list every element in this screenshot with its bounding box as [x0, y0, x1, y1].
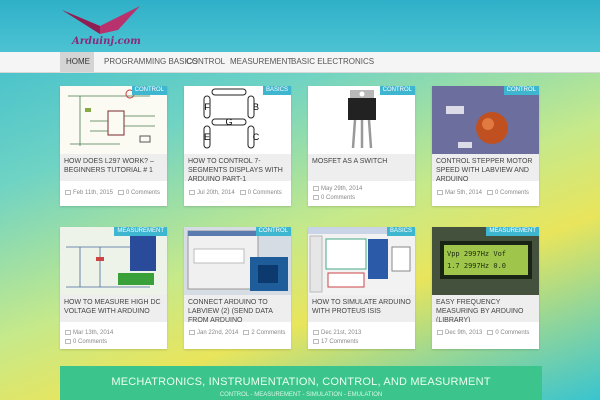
post-title[interactable]: EASY FREQUENCY MEASURING BY ARDUINO (LIB… — [432, 295, 539, 322]
footer-title: MECHATRONICS, INSTRUMENTATION, CONTROL, … — [111, 376, 491, 388]
seven-segment-image: F B G E C — [203, 88, 260, 149]
nav-basic-electronics[interactable]: BASIC ELECTRONICS — [285, 52, 380, 72]
footer-subtitle: CONTROL - MEASUREMENT - SIMULATION - EMU… — [219, 392, 383, 398]
post-date: Jan 22nd, 2014 — [197, 330, 239, 336]
post-title[interactable]: CONNECT ARDUINO TO LABVIEW (2) (SEND DAT… — [184, 295, 291, 322]
category-badge[interactable]: CONTROL — [379, 86, 415, 95]
comment-icon — [313, 339, 319, 344]
post-comments-meta: 0 Comments — [313, 194, 355, 202]
post-card[interactable]: CONTROL HOW DOES L297 WORK? – BEGINNERS … — [60, 86, 167, 206]
comment-icon — [487, 330, 494, 335]
post-comments[interactable]: 0 Comments — [321, 195, 355, 201]
post-date: Jul 20th, 2014 — [197, 190, 235, 196]
post-thumbnail[interactable]: MEASUREMENT — [60, 227, 167, 295]
calendar-icon — [189, 190, 195, 195]
calendar-icon — [437, 190, 443, 195]
post-card[interactable]: CONTROL CONNECT ARDUINO TO LABVIEW (2) (… — [184, 227, 291, 349]
post-meta: Jul 20th, 2014 0 Comments — [189, 189, 282, 197]
segment-letter-f: F — [204, 102, 210, 112]
site-header: Arduinj.com — [0, 0, 600, 52]
post-title[interactable]: HOW TO MEASURE HIGH DC VOLTAGE WITH ARDU… — [60, 295, 167, 322]
calendar-icon — [65, 330, 71, 335]
post-card[interactable]: MEASUREMENT HOW TO MEASURE HIGH DC VOLTA… — [60, 227, 167, 349]
post-thumbnail[interactable]: F B G E C BASICS — [184, 86, 291, 154]
post-thumbnail[interactable]: CONTROL — [184, 227, 291, 295]
post-date: Mar 5th, 2014 — [445, 190, 483, 196]
post-comments[interactable]: 0 Comments — [126, 190, 160, 196]
calendar-icon — [65, 190, 71, 195]
voltage-divider-circuit-image — [66, 235, 156, 288]
comment-icon — [313, 195, 319, 200]
post-title[interactable]: HOW TO SIMULATE ARDUINO WITH PROTEUS ISI… — [308, 295, 415, 322]
post-card[interactable]: CONTROL CONTROL STEPPER MOTOR SPEED WITH… — [432, 86, 539, 206]
post-comments[interactable]: 0 Comments — [73, 339, 107, 345]
calendar-icon — [189, 330, 195, 335]
nav-home[interactable]: HOME — [60, 52, 94, 72]
post-meta: Feb 11th, 2015 0 Comments — [65, 189, 160, 197]
lcd-line-2: 1.7 2997Hz 0.0 — [447, 262, 506, 270]
comment-icon — [117, 190, 124, 195]
post-thumbnail[interactable]: CONTROL — [60, 86, 167, 154]
post-comments[interactable]: 0 Comments — [495, 190, 529, 196]
post-date: May 29th, 2014 — [321, 186, 363, 192]
post-date: Mar 13th, 2014 — [73, 330, 114, 336]
post-meta: Jan 22nd, 2014 2 Comments — [189, 329, 285, 337]
post-comments[interactable]: 2 Comments — [251, 330, 285, 336]
category-badge[interactable]: CONTROL — [255, 227, 291, 236]
post-card[interactable]: BASICS HOW TO SIMULATE ARDUINO WITH PROT… — [308, 227, 415, 349]
category-badge[interactable]: MEASUREMENT — [114, 227, 167, 236]
post-card[interactable]: Vpp 2997Hz Vof 1.7 2997Hz 0.0 MEASUREMEN… — [432, 227, 539, 349]
post-comments-meta: 17 Comments — [313, 338, 358, 346]
calendar-icon — [313, 330, 319, 335]
post-card[interactable]: CONTROL MOSFET AS A SWITCH May 29th, 201… — [308, 86, 415, 206]
category-badge[interactable]: BASICS — [386, 227, 415, 236]
mosfet-image — [348, 90, 376, 149]
lcd-line-1: Vpp 2997Hz Vof — [447, 250, 506, 258]
footer-banner: MECHATRONICS, INSTRUMENTATION, CONTROL, … — [60, 366, 542, 400]
post-comments[interactable]: 0 Comments — [495, 330, 529, 336]
post-title[interactable]: CONTROL STEPPER MOTOR SPEED WITH LABVIEW… — [432, 154, 539, 181]
segment-letter-g: G — [225, 117, 232, 127]
comment-icon — [239, 190, 246, 195]
post-title[interactable]: HOW DOES L297 WORK? – BEGINNERS TUTORIAL… — [60, 154, 167, 181]
logo-text[interactable]: Arduinj.com — [72, 36, 141, 47]
segment-letter-b: B — [253, 102, 259, 112]
labview-window-image — [187, 230, 288, 291]
post-date-meta: May 29th, 2014 — [313, 185, 362, 193]
post-comments[interactable]: 17 Comments — [321, 339, 358, 345]
category-badge[interactable]: CONTROL — [131, 86, 167, 95]
post-date: Feb 11th, 2015 — [73, 190, 113, 196]
category-badge[interactable]: MEASUREMENT — [486, 227, 539, 236]
post-date-meta: Dec 21st, 2013 — [313, 329, 361, 337]
comment-icon — [243, 330, 250, 335]
post-thumbnail[interactable]: CONTROL — [308, 86, 415, 154]
post-title[interactable]: HOW TO CONTROL 7-SEGMENTS DISPLAYS WITH … — [184, 154, 291, 181]
comment-icon — [487, 190, 494, 195]
main-nav: HOME PROGRAMMING BASICS CONTROL MEASUREM… — [0, 52, 600, 73]
post-meta: Dec 9th, 2013 0 Comments — [437, 329, 529, 337]
proteus-isis-image — [308, 227, 415, 293]
post-comments-meta: 0 Comments — [65, 338, 107, 346]
segment-letter-e: E — [204, 132, 210, 142]
post-thumbnail[interactable]: BASICS — [308, 227, 415, 295]
calendar-icon — [313, 186, 319, 191]
labview-knob-image — [432, 86, 539, 154]
category-badge[interactable]: BASICS — [262, 86, 291, 95]
post-title[interactable]: MOSFET AS A SWITCH — [308, 154, 415, 181]
post-date: Dec 21st, 2013 — [321, 330, 362, 336]
segment-letter-c: C — [253, 132, 260, 142]
post-card[interactable]: F B G E C BASICS HOW TO CONTROL 7-SEGMEN… — [184, 86, 291, 206]
comment-icon — [65, 339, 71, 344]
post-date: Dec 9th, 2013 — [445, 330, 483, 336]
post-thumbnail[interactable]: Vpp 2997Hz Vof 1.7 2997Hz 0.0 MEASUREMEN… — [432, 227, 539, 295]
post-meta: Mar 5th, 2014 0 Comments — [437, 189, 529, 197]
lcd-display-image: Vpp 2997Hz Vof 1.7 2997Hz 0.0 — [432, 227, 539, 295]
post-comments[interactable]: 0 Comments — [248, 190, 282, 196]
calendar-icon — [437, 330, 443, 335]
circuit-diagram-image — [68, 89, 155, 146]
post-date-meta: Mar 13th, 2014 — [65, 329, 113, 337]
post-thumbnail[interactable]: CONTROL — [432, 86, 539, 154]
category-badge[interactable]: CONTROL — [503, 86, 539, 95]
